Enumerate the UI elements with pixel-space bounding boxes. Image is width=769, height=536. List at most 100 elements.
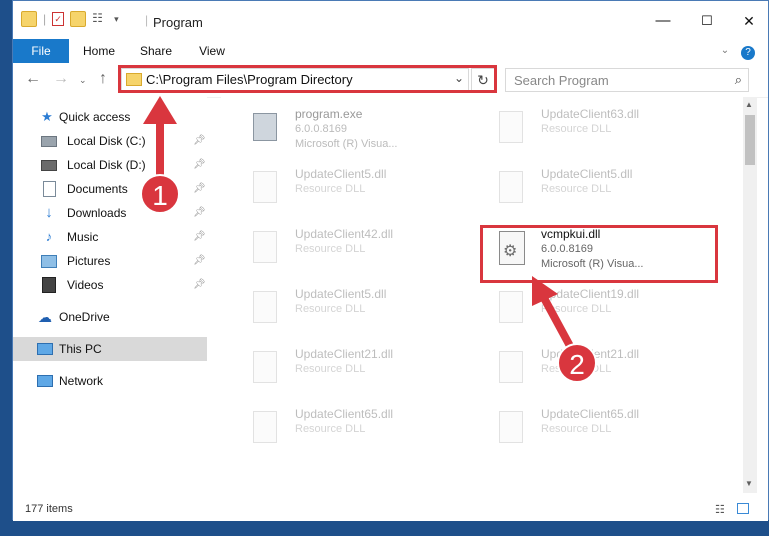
tab-home[interactable]: Home <box>77 39 121 63</box>
properties-icon[interactable]: ✓ <box>52 12 65 26</box>
minimize-button[interactable]: — <box>643 9 683 33</box>
pin-icon[interactable]: 📌︎ <box>193 249 206 273</box>
dll-file-icon <box>495 289 525 325</box>
sidebar-item-local-disk-d[interactable]: Local Disk (D:) 📌︎ <box>13 153 207 177</box>
file-item[interactable]: UpdateClient5.dll Resource DLL <box>481 163 711 215</box>
file-description: Resource DLL <box>541 423 612 435</box>
file-item[interactable]: UpdateClient65.dll Resource DLL <box>481 403 711 455</box>
documents-icon <box>41 181 57 197</box>
navigation-pane: ★ Quick access Local Disk (C:) 📌︎ Local … <box>13 97 207 493</box>
sidebar-item-label: Videos <box>67 278 104 292</box>
drive-icon <box>41 133 57 149</box>
dll-file-icon <box>495 349 525 385</box>
window-title: Program <box>153 15 203 30</box>
customize-toolbar-icon[interactable]: ▾ <box>114 14 119 25</box>
file-item-program-exe[interactable]: program.exe 6.0.0.8169 Microsoft (R) Vis… <box>235 103 465 155</box>
callout-badge-1: 1 <box>140 174 180 214</box>
file-version: 6.0.0.8169 <box>295 123 347 135</box>
pictures-icon <box>41 253 57 269</box>
sidebar-item-music[interactable]: ♪ Music 📌︎ <box>13 225 207 249</box>
sidebar-item-this-pc[interactable]: This PC <box>13 337 207 361</box>
file-name: UpdateClient65.dll <box>295 407 394 421</box>
title-bar: | ✓ ☷ ▾ | Program — ☐ ✕ <box>13 1 768 39</box>
large-icons-view-icon[interactable] <box>737 503 749 514</box>
file-name: UpdateClient5.dll <box>541 167 633 181</box>
pin-icon[interactable]: 📌︎ <box>193 153 206 177</box>
pin-icon[interactable]: 📌︎ <box>193 225 206 249</box>
sidebar-item-quick-access[interactable]: ★ Quick access <box>13 105 207 129</box>
help-button[interactable]: ? <box>739 39 757 63</box>
vertical-scrollbar[interactable]: ▲ ▼ <box>743 97 757 493</box>
pin-icon[interactable]: 📌︎ <box>193 177 206 201</box>
pin-icon[interactable]: 📌︎ <box>193 201 206 225</box>
tab-file[interactable]: File <box>13 39 69 63</box>
details-view-icon[interactable]: ☷ <box>715 503 729 516</box>
scroll-thumb[interactable] <box>745 115 755 165</box>
file-item[interactable]: UpdateClient21.dll Resource DLL <box>235 343 465 395</box>
videos-icon <box>41 277 57 293</box>
file-description: Microsoft (R) Visua... <box>295 138 398 150</box>
file-item[interactable]: UpdateClient63.dll Resource DLL <box>481 103 711 155</box>
scroll-up-icon[interactable]: ▲ <box>745 100 753 109</box>
sidebar-item-label: This PC <box>59 342 102 356</box>
sidebar-item-label: Downloads <box>67 206 127 220</box>
file-item[interactable]: UpdateClient5.dll Resource DLL <box>235 283 465 335</box>
file-description: Resource DLL <box>541 183 612 195</box>
sidebar-item-local-disk-c[interactable]: Local Disk (C:) 📌︎ <box>13 129 207 153</box>
title-separator: | <box>145 13 149 27</box>
file-description: Resource DLL <box>295 363 366 375</box>
scroll-down-icon[interactable]: ▼ <box>745 479 753 488</box>
maximize-button[interactable]: ☐ <box>687 9 727 33</box>
search-placeholder: Search Program <box>514 73 609 88</box>
cloud-icon: ☁ <box>38 309 52 325</box>
sidebar-item-label: Documents <box>67 182 128 196</box>
dll-file-icon <box>249 169 279 205</box>
dll-file-icon <box>495 169 525 205</box>
file-description: Resource DLL <box>295 183 366 195</box>
sidebar-item-label: Pictures <box>67 254 111 268</box>
tab-view[interactable]: View <box>191 39 233 63</box>
sidebar-item-label: Local Disk (D:) <box>67 158 146 172</box>
dll-file-icon <box>249 349 279 385</box>
status-bar: 177 items ☷ <box>13 499 768 521</box>
sidebar-item-label: Local Disk (C:) <box>67 134 146 148</box>
view-options-icon[interactable]: ☷ <box>92 11 108 27</box>
pin-icon[interactable]: 📌︎ <box>193 273 206 297</box>
sidebar-item-label: OneDrive <box>59 310 110 324</box>
dll-file-icon <box>249 409 279 445</box>
sidebar-item-label: Quick access <box>59 110 131 124</box>
music-icon: ♪ <box>45 229 53 244</box>
tab-share[interactable]: Share <box>133 39 179 63</box>
file-name: UpdateClient63.dll <box>541 107 640 121</box>
sidebar-item-downloads[interactable]: ↓ Downloads 📌︎ <box>13 201 207 225</box>
file-name: UpdateClient42.dll <box>295 227 394 241</box>
quick-access-toolbar: | ✓ ☷ ▾ <box>21 11 119 27</box>
file-description: Resource DLL <box>295 243 366 255</box>
help-icon: ? <box>741 46 755 60</box>
separator: | <box>43 12 47 26</box>
up-arrow-icon[interactable]: ↑ <box>99 70 107 88</box>
close-button[interactable]: ✕ <box>729 9 769 33</box>
pin-icon[interactable]: 📌︎ <box>193 129 206 153</box>
callout-badge-2: 2 <box>557 343 597 383</box>
file-item[interactable]: UpdateClient5.dll Resource DLL <box>235 163 465 215</box>
file-item[interactable]: UpdateClient42.dll Resource DLL <box>235 223 465 275</box>
sidebar-item-videos[interactable]: Videos 📌︎ <box>13 273 207 297</box>
file-item[interactable]: UpdateClient19.dll Resource DLL <box>481 283 711 335</box>
forward-arrow-icon[interactable]: → <box>53 70 69 88</box>
highlight-box-file <box>480 225 718 283</box>
expand-ribbon-icon[interactable]: ⌄ <box>717 39 733 63</box>
sidebar-item-onedrive[interactable]: ☁ OneDrive <box>13 305 207 329</box>
search-input[interactable]: Search Program ⌕ <box>505 68 749 92</box>
file-item[interactable]: UpdateClient65.dll Resource DLL <box>235 403 465 455</box>
sidebar-item-pictures[interactable]: Pictures 📌︎ <box>13 249 207 273</box>
explorer-window: | ✓ ☷ ▾ | Program — ☐ ✕ File Home Share … <box>12 0 769 521</box>
network-icon <box>37 373 53 389</box>
file-name: UpdateClient5.dll <box>295 167 387 181</box>
sidebar-item-network[interactable]: Network <box>13 369 207 393</box>
back-arrow-icon[interactable]: ← <box>25 70 41 88</box>
computer-icon <box>37 341 53 357</box>
dll-file-icon <box>249 289 279 325</box>
recent-locations-icon[interactable]: ⌄ <box>79 75 87 86</box>
new-folder-icon[interactable] <box>70 11 87 27</box>
